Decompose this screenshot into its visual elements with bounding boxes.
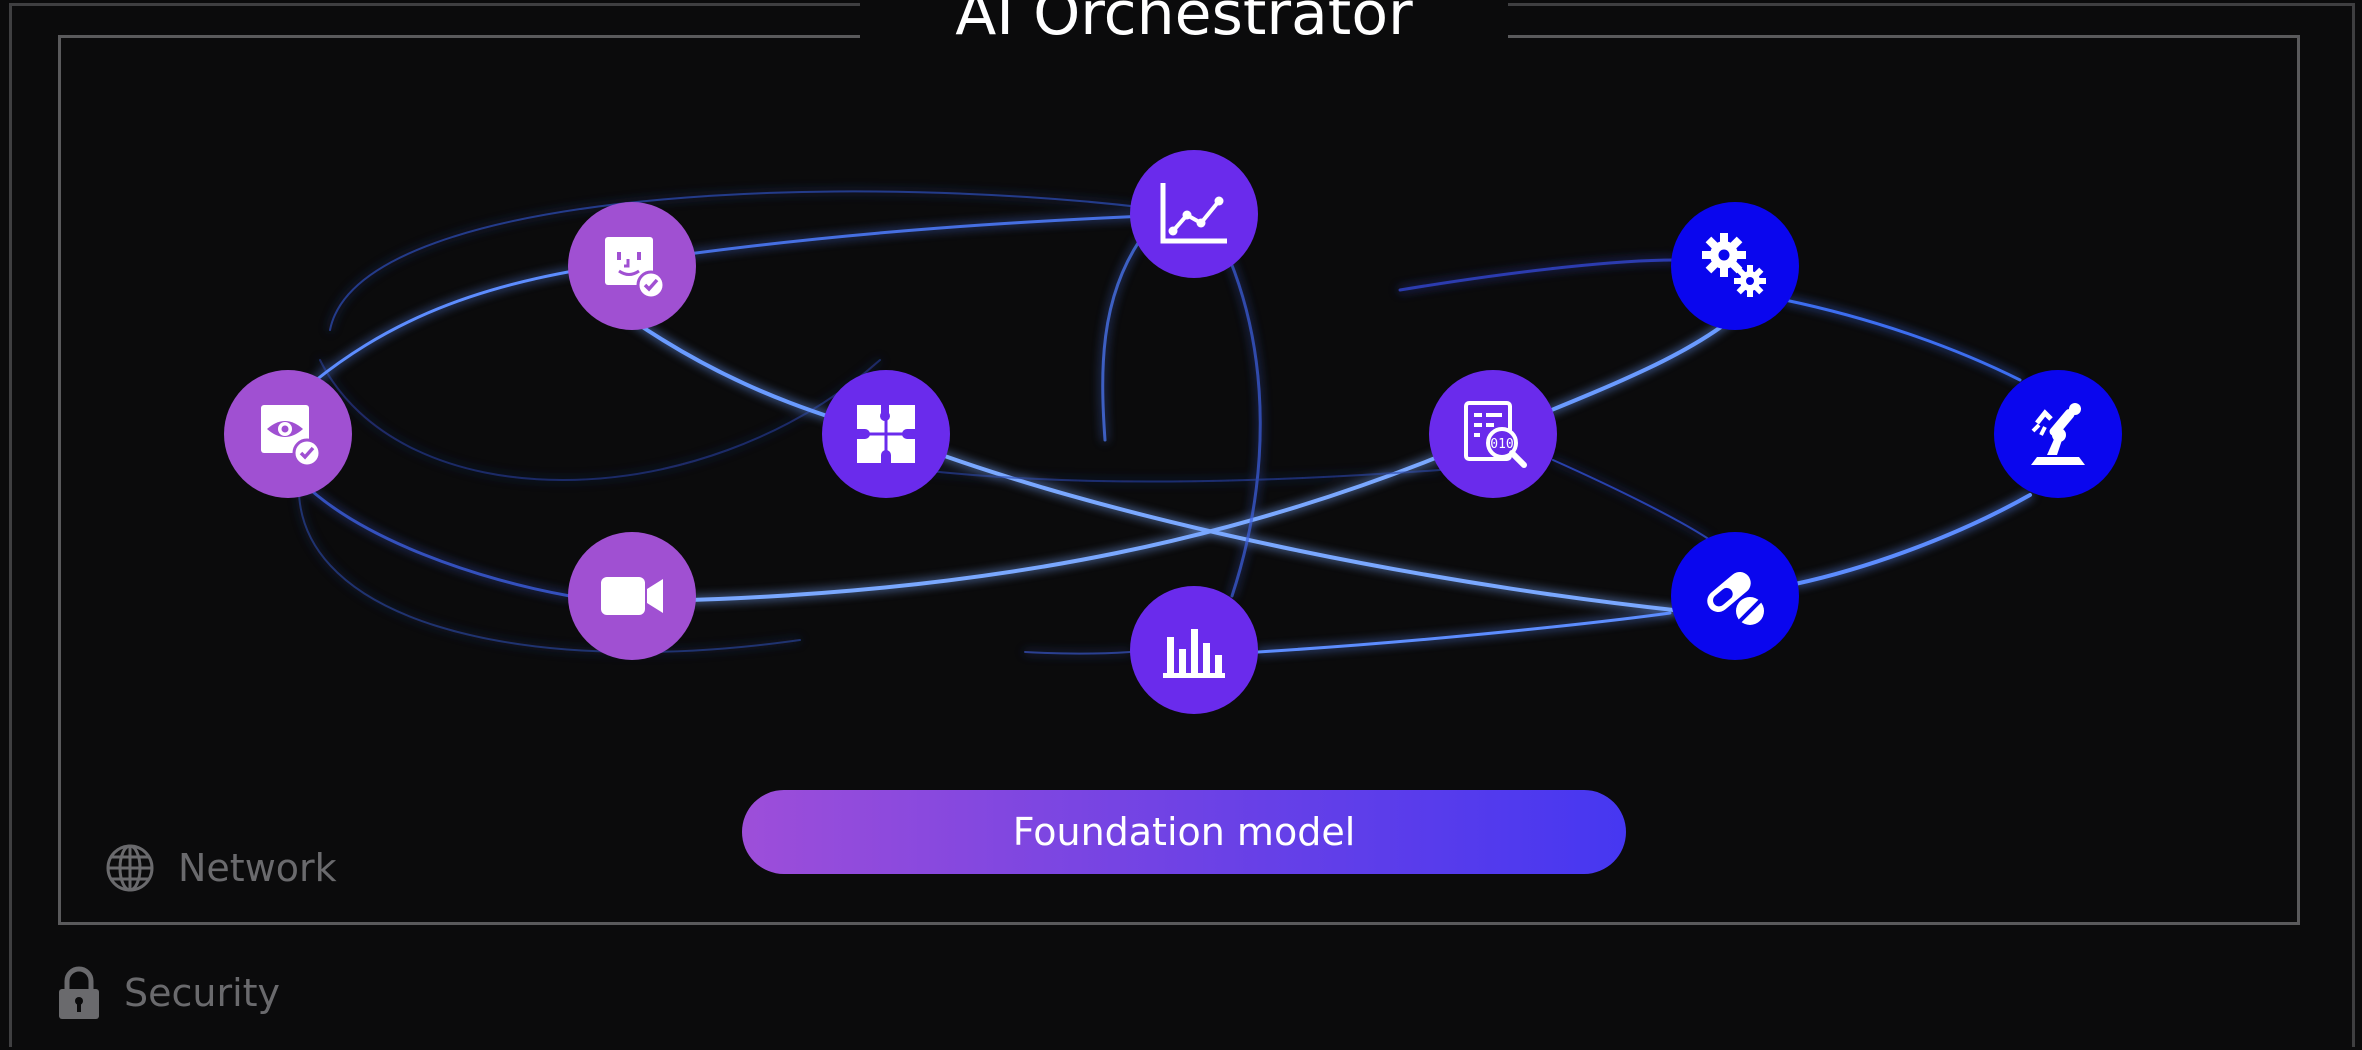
face-check-icon [605,237,666,300]
connection-puzzle-pills [884,432,1735,618]
connection-face-linechart [628,212,1197,264]
connection-barchart-pills [1256,611,1672,654]
connection-linechart-barchart [1228,258,1262,598]
connection-datasearch-pills [1552,459,1711,541]
puzzle-node[interactable] [822,370,950,498]
connection-gears-robot [1783,298,2022,382]
face-check-node[interactable] [568,202,696,330]
security-label: Security [124,971,281,1015]
bar-chart-node[interactable] [1130,586,1258,714]
connection-barchart-left [1024,651,1131,655]
svg-text:010: 010 [1490,437,1513,452]
line-chart-node[interactable] [1130,150,1258,278]
data-search-icon: 010 [1464,401,1527,468]
connection-robot-pills [1793,493,2032,586]
connection-eye-video [298,478,572,598]
padlock-icon [59,966,99,1019]
pills-node[interactable] [1671,532,1799,660]
puzzle-icon [857,405,915,463]
network-legend: Network [104,842,337,894]
video-camera-icon [601,577,663,615]
foundation-model-bar: Foundation model [742,790,1626,874]
bar-chart-icon [1163,629,1225,678]
video-camera-node[interactable] [568,532,696,660]
security-legend: Security [56,965,280,1021]
line-chart-icon [1160,183,1227,244]
pills-icon [1707,572,1764,625]
robot-arm-icon [2031,403,2085,465]
globe-icon [106,844,154,892]
connection-linechart-arc-left [1101,238,1142,442]
gears-icon [1702,233,1766,297]
eye-check-node[interactable] [224,370,352,498]
foundation-model-label: Foundation model [1012,810,1356,854]
eye-check-icon [261,405,322,468]
connection-loop-outer-bottom [297,469,801,653]
network-label: Network [178,846,337,890]
connection-video-datasearch [688,432,1495,602]
connection-loop-left [319,359,881,481]
connection-gears-incoming [1398,258,1677,292]
data-search-node[interactable]: 010 [1429,370,1557,498]
robot-arm-node[interactable] [1994,370,2122,498]
gears-node[interactable] [1671,202,1799,330]
connection-loop-outer-top [329,190,1201,331]
